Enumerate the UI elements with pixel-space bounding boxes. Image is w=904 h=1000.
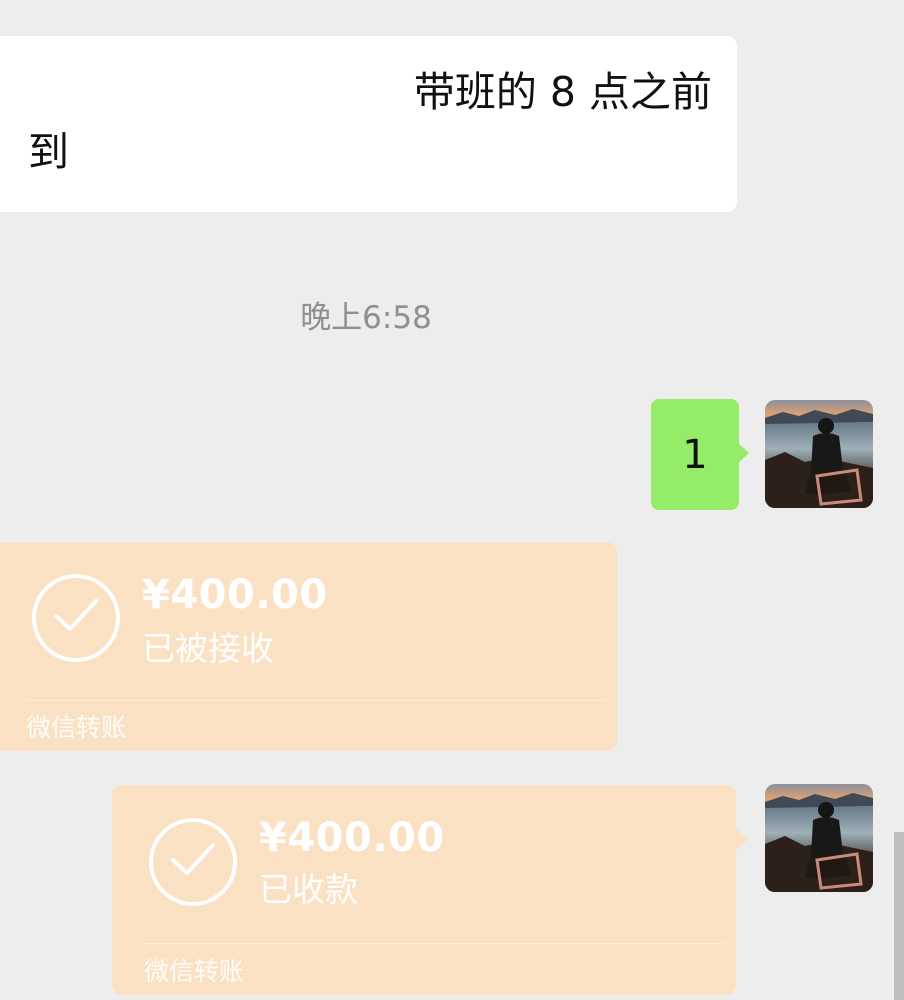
transfer-bubble-tail [736, 828, 748, 850]
transfer-status: 已被接收 [142, 629, 274, 668]
transfer-footer-label: 微信转账 [144, 957, 245, 986]
transfer-footer-label: 微信转账 [26, 713, 127, 742]
outgoing-bubble-tail [737, 442, 749, 464]
scrollbar-thumb[interactable] [894, 832, 904, 1000]
message-timestamp: 晚上6:58 [300, 300, 432, 336]
transfer-status: 已收款 [259, 870, 358, 909]
check-circle-icon [149, 818, 237, 906]
outgoing-message-text: 1 [682, 431, 708, 478]
transfer-card-sent[interactable]: ¥400.00 已收款 微信转账 [112, 785, 736, 995]
avatar-photo [765, 784, 873, 892]
transfer-divider [144, 943, 724, 944]
user-avatar[interactable] [765, 784, 873, 892]
transfer-divider [26, 700, 606, 701]
user-avatar[interactable] [765, 400, 873, 508]
transfer-card-received[interactable]: ¥400.00 已被接收 微信转账 [0, 542, 617, 751]
transfer-amount: ¥400.00 [259, 815, 445, 861]
incoming-message-line1: 带班的 8 点之前 [413, 68, 712, 116]
transfer-amount: ¥400.00 [142, 572, 328, 618]
outgoing-message-bubble[interactable]: 1 [651, 399, 739, 510]
avatar-photo [765, 400, 873, 508]
check-circle-icon [32, 574, 120, 662]
incoming-message-text: 带班的 8 点之前 到 [22, 62, 722, 182]
incoming-message-line2: 到 [28, 128, 69, 176]
